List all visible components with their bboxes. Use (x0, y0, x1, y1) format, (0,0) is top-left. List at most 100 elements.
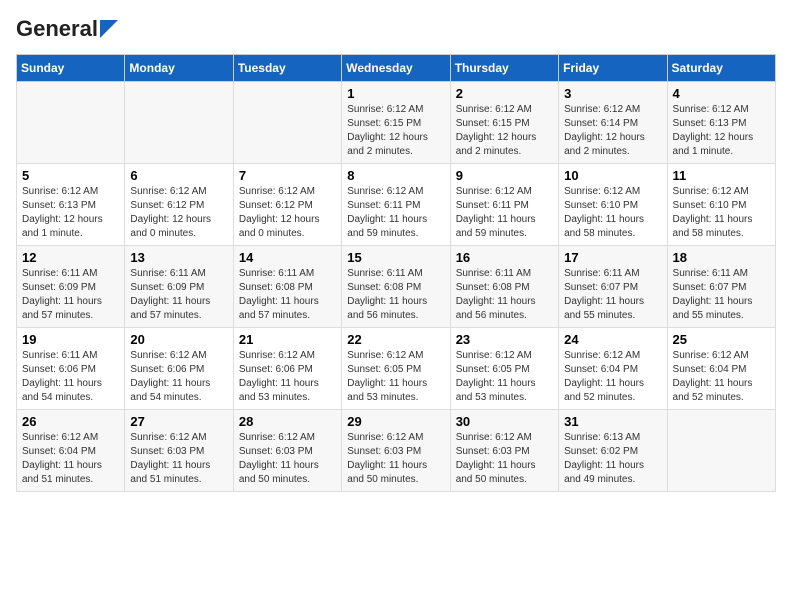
calendar-day-cell: 14 Sunrise: 6:11 AMSunset: 6:08 PMDayligh… (233, 246, 341, 328)
calendar-day-cell: 19 Sunrise: 6:11 AMSunset: 6:06 PMDayligh… (17, 328, 125, 410)
day-number: 9 (456, 168, 553, 183)
calendar-day-cell (667, 410, 775, 492)
weekday-header-monday: Monday (125, 55, 233, 82)
calendar-day-cell: 30 Sunrise: 6:12 AMSunset: 6:03 PMDayligh… (450, 410, 558, 492)
calendar-day-cell: 11 Sunrise: 6:12 AMSunset: 6:10 PMDayligh… (667, 164, 775, 246)
day-number: 30 (456, 414, 553, 429)
day-number: 27 (130, 414, 227, 429)
calendar-day-cell: 25 Sunrise: 6:12 AMSunset: 6:04 PMDayligh… (667, 328, 775, 410)
day-number: 25 (673, 332, 770, 347)
logo-icon (100, 20, 118, 38)
day-info: Sunrise: 6:12 AMSunset: 6:12 PMDaylight:… (130, 185, 227, 241)
day-info: Sunrise: 6:12 AMSunset: 6:06 PMDaylight:… (239, 349, 336, 405)
day-info: Sunrise: 6:12 AMSunset: 6:11 PMDaylight:… (347, 185, 444, 241)
calendar-day-cell: 26 Sunrise: 6:12 AMSunset: 6:04 PMDayligh… (17, 410, 125, 492)
day-info: Sunrise: 6:12 AMSunset: 6:05 PMDaylight:… (456, 349, 553, 405)
calendar-day-cell: 16 Sunrise: 6:11 AMSunset: 6:08 PMDayligh… (450, 246, 558, 328)
day-number: 20 (130, 332, 227, 347)
day-info: Sunrise: 6:12 AMSunset: 6:05 PMDaylight:… (347, 349, 444, 405)
calendar-table: SundayMondayTuesdayWednesdayThursdayFrid… (16, 54, 776, 492)
weekday-header-row: SundayMondayTuesdayWednesdayThursdayFrid… (17, 55, 776, 82)
calendar-week-1: 1 Sunrise: 6:12 AMSunset: 6:15 PMDaylight… (17, 82, 776, 164)
day-number: 19 (22, 332, 119, 347)
weekday-header-wednesday: Wednesday (342, 55, 450, 82)
day-info: Sunrise: 6:11 AMSunset: 6:08 PMDaylight:… (456, 267, 553, 323)
weekday-header-tuesday: Tuesday (233, 55, 341, 82)
day-info: Sunrise: 6:12 AMSunset: 6:13 PMDaylight:… (673, 103, 770, 159)
page-header: General (16, 16, 776, 42)
day-number: 2 (456, 86, 553, 101)
day-number: 7 (239, 168, 336, 183)
calendar-day-cell: 15 Sunrise: 6:11 AMSunset: 6:08 PMDayligh… (342, 246, 450, 328)
day-info: Sunrise: 6:12 AMSunset: 6:06 PMDaylight:… (130, 349, 227, 405)
day-number: 16 (456, 250, 553, 265)
calendar-week-2: 5 Sunrise: 6:12 AMSunset: 6:13 PMDaylight… (17, 164, 776, 246)
day-info: Sunrise: 6:12 AMSunset: 6:14 PMDaylight:… (564, 103, 661, 159)
day-info: Sunrise: 6:12 AMSunset: 6:04 PMDaylight:… (22, 431, 119, 487)
calendar-day-cell (233, 82, 341, 164)
calendar-day-cell: 4 Sunrise: 6:12 AMSunset: 6:13 PMDaylight… (667, 82, 775, 164)
day-number: 17 (564, 250, 661, 265)
calendar-day-cell: 24Sunrise: 6:12 AMSunset: 6:04 PMDayligh… (559, 328, 667, 410)
calendar-day-cell: 12 Sunrise: 6:11 AMSunset: 6:09 PMDayligh… (17, 246, 125, 328)
weekday-header-saturday: Saturday (667, 55, 775, 82)
calendar-day-cell: 10Sunrise: 6:12 AMSunset: 6:10 PMDayligh… (559, 164, 667, 246)
calendar-day-cell: 13 Sunrise: 6:11 AMSunset: 6:09 PMDayligh… (125, 246, 233, 328)
logo-text-general: General (16, 16, 98, 42)
day-info: Sunrise: 6:12 AMSunset: 6:03 PMDaylight:… (239, 431, 336, 487)
day-info: Sunrise: 6:12 AMSunset: 6:10 PMDaylight:… (673, 185, 770, 241)
day-number: 4 (673, 86, 770, 101)
calendar-day-cell: 18Sunrise: 6:11 AMSunset: 6:07 PMDayligh… (667, 246, 775, 328)
day-number: 14 (239, 250, 336, 265)
day-number: 5 (22, 168, 119, 183)
day-number: 21 (239, 332, 336, 347)
day-info: Sunrise: 6:12 AMSunset: 6:04 PMDaylight:… (673, 349, 770, 405)
day-number: 15 (347, 250, 444, 265)
calendar-day-cell: 8Sunrise: 6:12 AMSunset: 6:11 PMDaylight… (342, 164, 450, 246)
day-info: Sunrise: 6:12 AMSunset: 6:12 PMDaylight:… (239, 185, 336, 241)
day-number: 13 (130, 250, 227, 265)
calendar-week-4: 19 Sunrise: 6:11 AMSunset: 6:06 PMDayligh… (17, 328, 776, 410)
day-info: Sunrise: 6:12 AMSunset: 6:03 PMDaylight:… (347, 431, 444, 487)
day-number: 12 (22, 250, 119, 265)
day-number: 11 (673, 168, 770, 183)
calendar-day-cell: 3Sunrise: 6:12 AMSunset: 6:14 PMDaylight… (559, 82, 667, 164)
day-info: Sunrise: 6:12 AMSunset: 6:03 PMDaylight:… (456, 431, 553, 487)
day-info: Sunrise: 6:12 AMSunset: 6:13 PMDaylight:… (22, 185, 119, 241)
calendar-day-cell: 28 Sunrise: 6:12 AMSunset: 6:03 PMDayligh… (233, 410, 341, 492)
calendar-day-cell: 17 Sunrise: 6:11 AMSunset: 6:07 PMDayligh… (559, 246, 667, 328)
day-number: 1 (347, 86, 444, 101)
day-info: Sunrise: 6:11 AMSunset: 6:06 PMDaylight:… (22, 349, 119, 405)
day-info: Sunrise: 6:12 AMSunset: 6:15 PMDaylight:… (347, 103, 444, 159)
day-info: Sunrise: 6:11 AMSunset: 6:09 PMDaylight:… (22, 267, 119, 323)
day-info: Sunrise: 6:12 AMSunset: 6:03 PMDaylight:… (130, 431, 227, 487)
day-info: Sunrise: 6:11 AMSunset: 6:07 PMDaylight:… (564, 267, 661, 323)
calendar-day-cell: 1 Sunrise: 6:12 AMSunset: 6:15 PMDaylight… (342, 82, 450, 164)
calendar-day-cell: 29 Sunrise: 6:12 AMSunset: 6:03 PMDayligh… (342, 410, 450, 492)
calendar-day-cell: 6Sunrise: 6:12 AMSunset: 6:12 PMDaylight… (125, 164, 233, 246)
calendar-day-cell: 21 Sunrise: 6:12 AMSunset: 6:06 PMDayligh… (233, 328, 341, 410)
day-info: Sunrise: 6:12 AMSunset: 6:15 PMDaylight:… (456, 103, 553, 159)
day-info: Sunrise: 6:11 AMSunset: 6:09 PMDaylight:… (130, 267, 227, 323)
calendar-day-cell: 31Sunrise: 6:13 AMSunset: 6:02 PMDayligh… (559, 410, 667, 492)
calendar-day-cell (125, 82, 233, 164)
day-number: 29 (347, 414, 444, 429)
calendar-day-cell: 2 Sunrise: 6:12 AMSunset: 6:15 PMDaylight… (450, 82, 558, 164)
logo: General (16, 16, 118, 42)
calendar-day-cell: 20 Sunrise: 6:12 AMSunset: 6:06 PMDayligh… (125, 328, 233, 410)
day-number: 26 (22, 414, 119, 429)
calendar-week-5: 26 Sunrise: 6:12 AMSunset: 6:04 PMDayligh… (17, 410, 776, 492)
day-info: Sunrise: 6:11 AMSunset: 6:08 PMDaylight:… (347, 267, 444, 323)
calendar-day-cell: 7 Sunrise: 6:12 AMSunset: 6:12 PMDaylight… (233, 164, 341, 246)
day-info: Sunrise: 6:12 AMSunset: 6:11 PMDaylight:… (456, 185, 553, 241)
day-number: 28 (239, 414, 336, 429)
calendar-day-cell: 9 Sunrise: 6:12 AMSunset: 6:11 PMDaylight… (450, 164, 558, 246)
calendar-day-cell (17, 82, 125, 164)
weekday-header-friday: Friday (559, 55, 667, 82)
calendar-day-cell: 22Sunrise: 6:12 AMSunset: 6:05 PMDayligh… (342, 328, 450, 410)
weekday-header-thursday: Thursday (450, 55, 558, 82)
day-number: 31 (564, 414, 661, 429)
weekday-header-sunday: Sunday (17, 55, 125, 82)
day-number: 18 (673, 250, 770, 265)
day-info: Sunrise: 6:11 AMSunset: 6:08 PMDaylight:… (239, 267, 336, 323)
